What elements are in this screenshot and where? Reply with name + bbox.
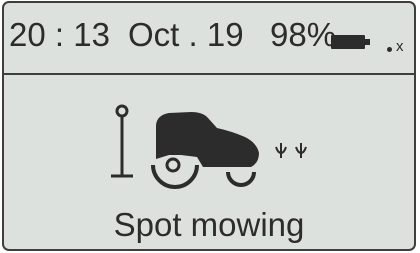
mowing-mode-label: Spot mowing	[113, 206, 305, 243]
lcd-screen: 20 : 13 Oct . 19 98% x Spot mowing	[2, 1, 416, 251]
clock-time: 20 : 13	[9, 16, 110, 53]
battery-full-icon	[331, 35, 371, 49]
battery-percentage: 98%	[270, 16, 337, 53]
date-display: Oct . 19	[128, 16, 244, 53]
robot-mower-icon	[151, 112, 259, 189]
no-signal-icon: x	[396, 38, 404, 55]
status-bar: 20 : 13 Oct . 19 98% x	[4, 3, 414, 75]
grass-icon	[275, 143, 307, 158]
station-post-icon	[111, 104, 133, 178]
signal-dot-icon	[387, 47, 392, 52]
mower-illustration	[111, 104, 307, 189]
